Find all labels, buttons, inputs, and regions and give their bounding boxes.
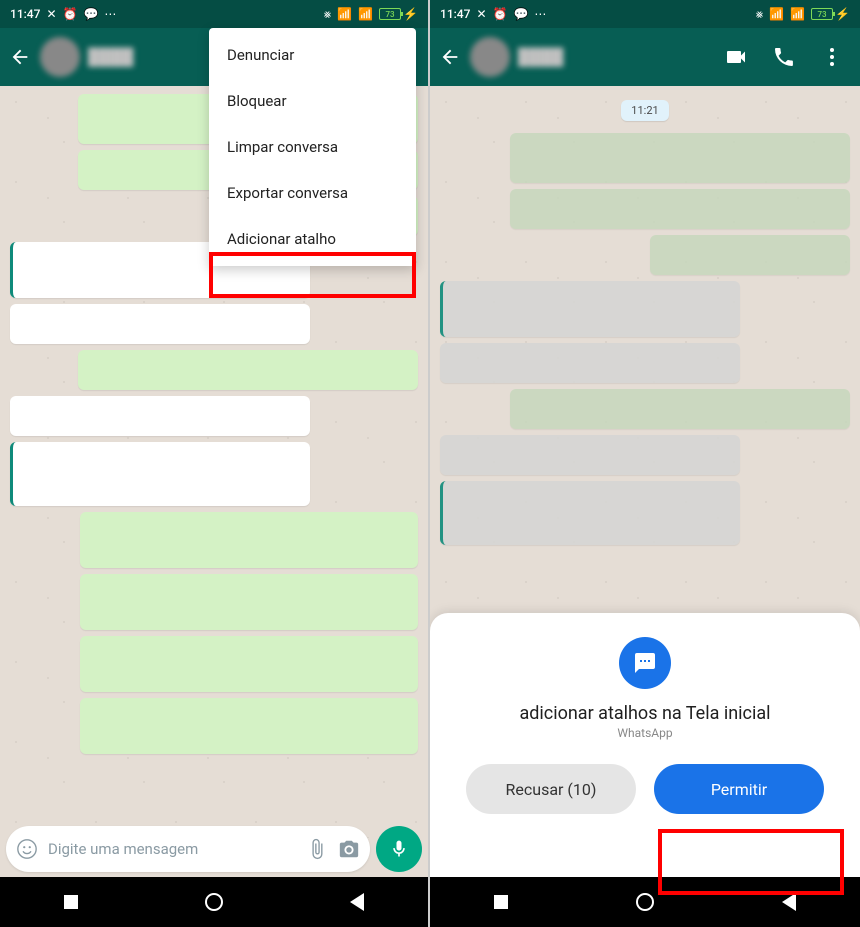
message-in[interactable]	[10, 396, 310, 436]
nav-home-icon[interactable]	[205, 893, 223, 911]
overflow-menu: Denunciar Bloquear Limpar conversa Expor…	[209, 28, 416, 266]
menu-item-export[interactable]: Exportar conversa	[209, 170, 416, 216]
wifi-icon: 📶	[358, 7, 373, 21]
status-bar: 11:47 ✕ ⏰ 💬 ⋯ ⨳ 📶 📶 73⚡	[430, 0, 860, 28]
message-out[interactable]	[78, 350, 418, 390]
message-in[interactable]	[440, 435, 740, 475]
more-dots-icon: ⋯	[534, 7, 546, 21]
wifi-icon: 📶	[790, 7, 805, 21]
nav-recents-icon[interactable]	[494, 895, 508, 909]
sheet-title: adicionar atalhos na Tela inicial	[519, 703, 770, 724]
sheet-subtitle: WhatsApp	[617, 726, 672, 740]
attach-icon[interactable]	[306, 838, 328, 860]
allow-button[interactable]: Permitir	[654, 764, 824, 814]
phone-screenshot-right: 11:47 ✕ ⏰ 💬 ⋯ ⨳ 📶 📶 73⚡ ████ 11:21	[430, 0, 860, 927]
charging-icon: ⚡	[403, 7, 418, 21]
android-nav-bar	[0, 877, 428, 927]
message-out[interactable]	[80, 512, 418, 568]
nav-recents-icon[interactable]	[64, 895, 78, 909]
message-in[interactable]	[440, 481, 740, 545]
status-bar: 11:47 ✕ ⏰ 💬 ⋯ ⨳ 📶 📶 73⚡	[0, 0, 428, 28]
status-time: 11:47	[440, 7, 470, 21]
message-in[interactable]	[10, 304, 310, 344]
avatar[interactable]	[40, 37, 80, 77]
nav-back-icon[interactable]	[350, 893, 364, 911]
menu-item-report[interactable]: Denunciar	[209, 32, 416, 78]
menu-item-block[interactable]: Bloquear	[209, 78, 416, 124]
chat-app-bar: ████	[430, 28, 860, 86]
message-out[interactable]	[80, 574, 418, 630]
notification-icon: 💬	[513, 7, 528, 21]
message-input-box[interactable]	[6, 826, 370, 872]
deny-button[interactable]: Recusar (10)	[466, 764, 636, 814]
menu-item-shortcut[interactable]: Adicionar atalho	[209, 216, 416, 262]
emoji-icon[interactable]	[16, 838, 38, 860]
notification-icon: 💬	[83, 7, 98, 21]
message-in[interactable]	[10, 442, 310, 506]
permission-sheet: adicionar atalhos na Tela inicial WhatsA…	[430, 613, 860, 877]
battery-icon: 73	[379, 8, 401, 20]
contact-info[interactable]: ████	[518, 47, 716, 67]
more-menu-icon[interactable]	[820, 45, 844, 69]
charging-icon: ⚡	[835, 7, 850, 21]
phone-screenshot-left: 11:47 ✕ ⏰ 💬 ⋯ ⨳ 📶 📶 73⚡ ████	[0, 0, 430, 927]
avatar[interactable]	[470, 37, 510, 77]
voice-call-icon[interactable]	[772, 45, 796, 69]
signal-icon: 📶	[769, 7, 784, 21]
status-time: 11:47	[10, 7, 40, 21]
message-out[interactable]	[80, 636, 418, 692]
back-icon[interactable]	[438, 45, 462, 69]
camera-icon[interactable]	[338, 838, 360, 860]
message-out[interactable]	[510, 389, 850, 429]
mic-button[interactable]	[376, 826, 422, 872]
sheet-app-icon	[619, 637, 671, 689]
android-nav-bar	[430, 877, 860, 927]
dnd-icon: ✕	[476, 7, 486, 21]
message-in[interactable]	[440, 343, 740, 383]
message-out[interactable]	[510, 133, 850, 183]
message-out[interactable]	[80, 698, 418, 754]
message-out[interactable]	[650, 235, 850, 275]
nav-back-icon[interactable]	[782, 893, 796, 911]
bluetooth-icon: ⨳	[756, 7, 763, 22]
nav-home-icon[interactable]	[636, 893, 654, 911]
message-in[interactable]	[440, 281, 740, 337]
more-dots-icon: ⋯	[104, 7, 116, 21]
dnd-icon: ✕	[46, 7, 56, 21]
bluetooth-icon: ⨳	[324, 7, 331, 22]
battery-icon: 73	[811, 8, 833, 20]
message-out[interactable]	[510, 189, 850, 229]
message-input-bar	[0, 821, 428, 877]
alarm-icon: ⏰	[63, 7, 78, 21]
time-divider: 11:21	[621, 100, 668, 121]
alarm-icon: ⏰	[493, 7, 508, 21]
signal-icon: 📶	[337, 7, 352, 21]
menu-item-clear[interactable]: Limpar conversa	[209, 124, 416, 170]
back-icon[interactable]	[8, 45, 32, 69]
message-input[interactable]	[48, 840, 296, 858]
video-call-icon[interactable]	[724, 45, 748, 69]
